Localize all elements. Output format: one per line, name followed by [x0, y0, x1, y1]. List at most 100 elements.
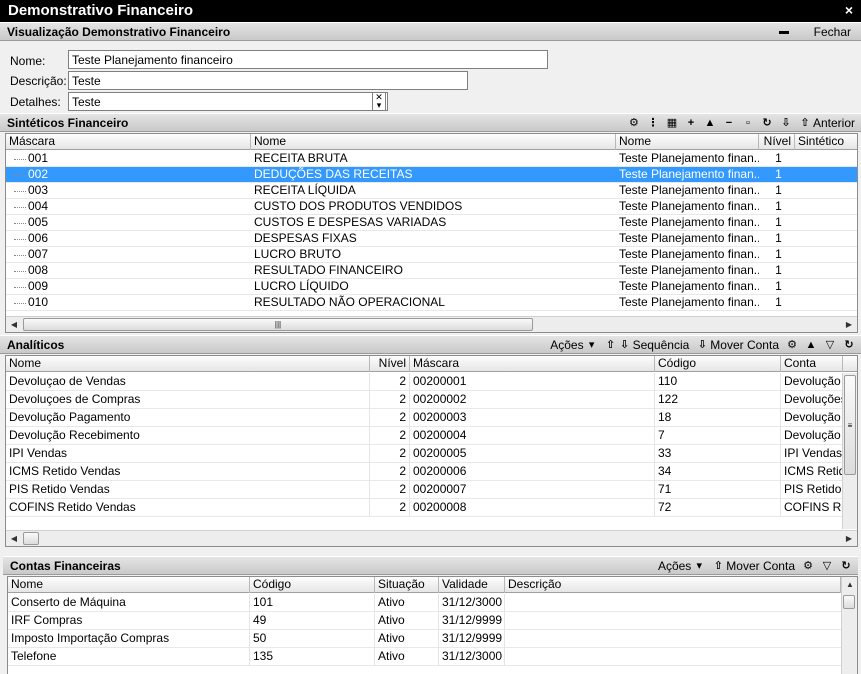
close-icon[interactable]: ×: [842, 2, 856, 18]
table-row[interactable]: 009 LUCRO LÍQUIDO Teste Planejamento finan…: [6, 279, 857, 295]
table-row[interactable]: PIS Retido Vendas20020000771PIS Retido V: [6, 481, 842, 499]
options-icon[interactable]: ⚙: [802, 559, 814, 573]
col-mascara[interactable]: Máscara: [410, 356, 655, 372]
mover-conta-button[interactable]: ⇩ Mover Conta: [696, 337, 779, 353]
sinteticos-bar: Sintéticos Financeiro ⚙ ⋮ ▦ + ▲ − ▫ ↻ ⇩ …: [0, 113, 861, 132]
table-row[interactable]: Devoluçoes de Compras 2 00200002 122 Devoluç…: [6, 391, 842, 409]
table-row[interactable]: 006 DESPESAS FIXAS Teste Planejamento fina…: [6, 231, 857, 247]
minimize-button[interactable]: [778, 24, 803, 40]
col-nome-2[interactable]: Nome: [616, 134, 759, 150]
remove-icon[interactable]: −: [723, 116, 735, 130]
col-nome[interactable]: Nome: [6, 356, 370, 372]
table-row[interactable]: 007 LUCRO BRUTO Teste Planejamento finan..…: [6, 247, 857, 263]
down-arrow-icon[interactable]: ⇩: [780, 116, 792, 130]
scroll-right-icon[interactable]: ▶: [841, 531, 857, 546]
detalhes-field[interactable]: Teste: [68, 92, 388, 111]
analiticos-hscroll[interactable]: ◀ ▶: [6, 530, 857, 546]
table-row[interactable]: Devolução Pagamento 2 00200003 18 Devolução …: [6, 409, 842, 427]
tree-connector: [14, 151, 26, 160]
table-row[interactable]: 008 RESULTADO FINANCEIRO Teste Planejament…: [6, 263, 857, 279]
col-nivel[interactable]: Nível: [759, 134, 795, 150]
tree-connector: [14, 215, 26, 224]
sinteticos-hscroll[interactable]: ◀ ||| ▶: [6, 316, 857, 332]
sequencia-button[interactable]: ⇧ ⇩ Sequência: [605, 337, 689, 353]
mascara-cell: 001: [6, 151, 251, 167]
table-row[interactable]: Devolução Recebimento 2 00200004 7 Devolução…: [6, 427, 842, 445]
descricao-cell: [505, 594, 841, 612]
tree-icon[interactable]: ⋮: [647, 116, 659, 130]
scroll-left-icon[interactable]: ◀: [6, 531, 22, 546]
scroll-up-icon[interactable]: ▲: [842, 577, 857, 593]
nome2-cell: Teste Planejamento finan...: [619, 199, 759, 213]
table-row[interactable]: 005 CUSTOS E DESPESAS VARIADAS Teste Plane…: [6, 215, 857, 231]
tree-connector: [14, 167, 26, 176]
col-descricao[interactable]: Descrição: [505, 577, 841, 593]
up-arrow-icon: ⇧: [800, 117, 810, 129]
nome2-cell: Teste Planejamento finan...: [619, 215, 759, 229]
table-row[interactable]: ICMS Retido Vendas20020000634ICMS Retido: [6, 463, 842, 481]
mascara-cell: 008: [6, 263, 251, 279]
col-codigo[interactable]: Código: [655, 356, 781, 372]
nome-cell: LUCRO BRUTO: [254, 247, 342, 261]
table-row[interactable]: 004 CUSTO DOS PRODUTOS VENDIDOS Teste Plan…: [6, 199, 857, 215]
contas-grid: Nome Código Situação Validade Descrição …: [7, 576, 858, 674]
table-row[interactable]: 001 RECEITA BRUTA Teste Planejamento finan…: [6, 151, 857, 167]
col-nome[interactable]: Nome: [8, 577, 250, 593]
col-nivel[interactable]: Nível: [370, 356, 410, 372]
table-row[interactable]: IPI Vendas 2 00200005 33 IPI Vendas: [6, 445, 842, 463]
descricao-field[interactable]: Teste: [68, 71, 468, 90]
scroll-right-icon[interactable]: ▶: [841, 317, 857, 332]
grid-icon[interactable]: ▦: [666, 116, 678, 130]
table-row[interactable]: COFINS Retido Vendas 2 00200008 72 COFINS Re: [6, 499, 842, 517]
table-row[interactable]: 002 DEDUÇÕES DAS RECEITAS Teste Planejamen…: [6, 167, 857, 183]
col-mascara[interactable]: Máscara: [6, 134, 251, 150]
table-row[interactable]: 003 RECEITA LÍQUIDA Teste Planejamento fin…: [6, 183, 857, 199]
refresh-icon[interactable]: ↻: [840, 559, 852, 573]
detalhes-expand-icon[interactable]: ✕ ▾: [372, 92, 386, 111]
acoes-button[interactable]: Ações ▾: [658, 558, 705, 574]
mascara-cell: 00200004: [410, 427, 655, 445]
options-icon[interactable]: ⚙: [786, 338, 798, 352]
nivel-cell: 1: [775, 167, 782, 181]
copy-icon[interactable]: ▫: [742, 116, 754, 130]
table-row[interactable]: IRF Compras 49 Ativo 31/12/9999: [8, 612, 841, 630]
nome-field[interactable]: Teste Planejamento financeiro: [68, 50, 548, 69]
col-conta[interactable]: Conta: [781, 356, 843, 372]
scroll-left-icon[interactable]: ◀: [6, 317, 22, 332]
refresh-icon[interactable]: ↻: [761, 116, 773, 130]
filter-icon[interactable]: ▽: [824, 338, 836, 352]
col-situacao[interactable]: Situação: [375, 577, 439, 593]
add-icon[interactable]: +: [685, 116, 697, 130]
nivel-cell: 2: [370, 373, 410, 391]
col-validade[interactable]: Validade: [439, 577, 505, 593]
scroll-thumb[interactable]: ≡: [844, 375, 856, 475]
scroll-thumb[interactable]: |||: [23, 318, 533, 331]
scroll-thumb[interactable]: [23, 532, 39, 545]
contas-vscroll[interactable]: ▲: [841, 577, 857, 674]
move-up-icon[interactable]: ▲: [704, 116, 716, 130]
col-codigo[interactable]: Código: [250, 577, 375, 593]
col-nome[interactable]: Nome: [251, 134, 616, 150]
move-up-icon[interactable]: ▲: [805, 338, 817, 352]
anterior-button[interactable]: ⇧ Anterior: [799, 115, 855, 131]
filter-icon[interactable]: ▽: [821, 559, 833, 573]
table-row[interactable]: Devoluçao de Vendas 2 00200001 110 Devolução…: [6, 373, 842, 391]
table-row[interactable]: 010 RESULTADO NÃO OPERACIONAL Teste Planej…: [6, 295, 857, 311]
col-sintetico[interactable]: Sintético: [795, 134, 857, 150]
descricao-label: Descrição:: [10, 74, 67, 88]
mover-conta-button[interactable]: ⇧ Mover Conta: [712, 558, 795, 574]
options-icon[interactable]: ⚙: [628, 116, 640, 130]
scroll-thumb[interactable]: [843, 595, 855, 609]
validade-cell: 31/12/9999: [439, 630, 505, 648]
fechar-button[interactable]: Fechar: [810, 24, 855, 40]
nivel-cell: 1: [775, 247, 782, 261]
acoes-button[interactable]: Ações ▾: [550, 337, 597, 353]
table-row[interactable]: Conserto de Máquina 101 Ativo 31/12/3000: [8, 594, 841, 612]
analiticos-vscroll[interactable]: ≡: [842, 373, 857, 529]
nome2-cell: Teste Planejamento finan...: [619, 295, 759, 309]
refresh-icon[interactable]: ↻: [843, 338, 855, 352]
table-row[interactable]: Telefone 135 Ativo 31/12/3000: [8, 648, 841, 666]
visualizacao-label: Visualização Demonstrativo Financeiro: [7, 25, 231, 39]
contas-label: Contas Financeiras: [10, 559, 121, 573]
table-row[interactable]: Imposto Importação Compras 50 Ativo 31/12/9…: [8, 630, 841, 648]
